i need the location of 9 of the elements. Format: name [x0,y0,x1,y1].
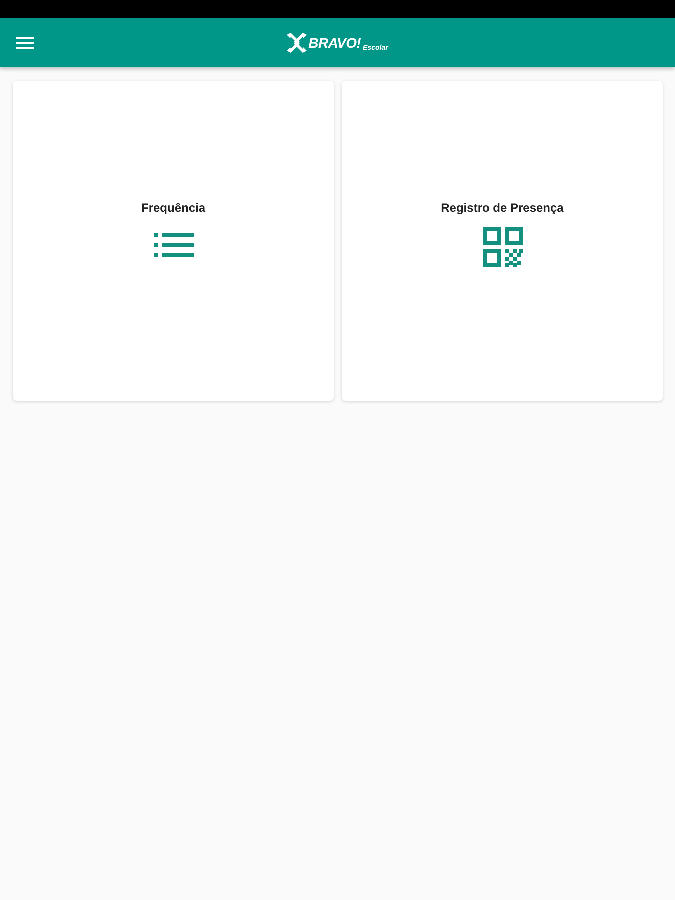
menu-card[interactable]: Registro de Presença [342,81,663,401]
card-title: Registro de Presença [441,201,564,215]
logo-name: BRAVO! [308,36,362,50]
menu-card[interactable]: Frequência [13,81,334,401]
menu-icon [16,36,34,48]
qr-code-icon [482,227,522,267]
list-icon [154,233,194,257]
card-title: Frequência [141,201,206,215]
x-logo-icon [286,32,307,52]
